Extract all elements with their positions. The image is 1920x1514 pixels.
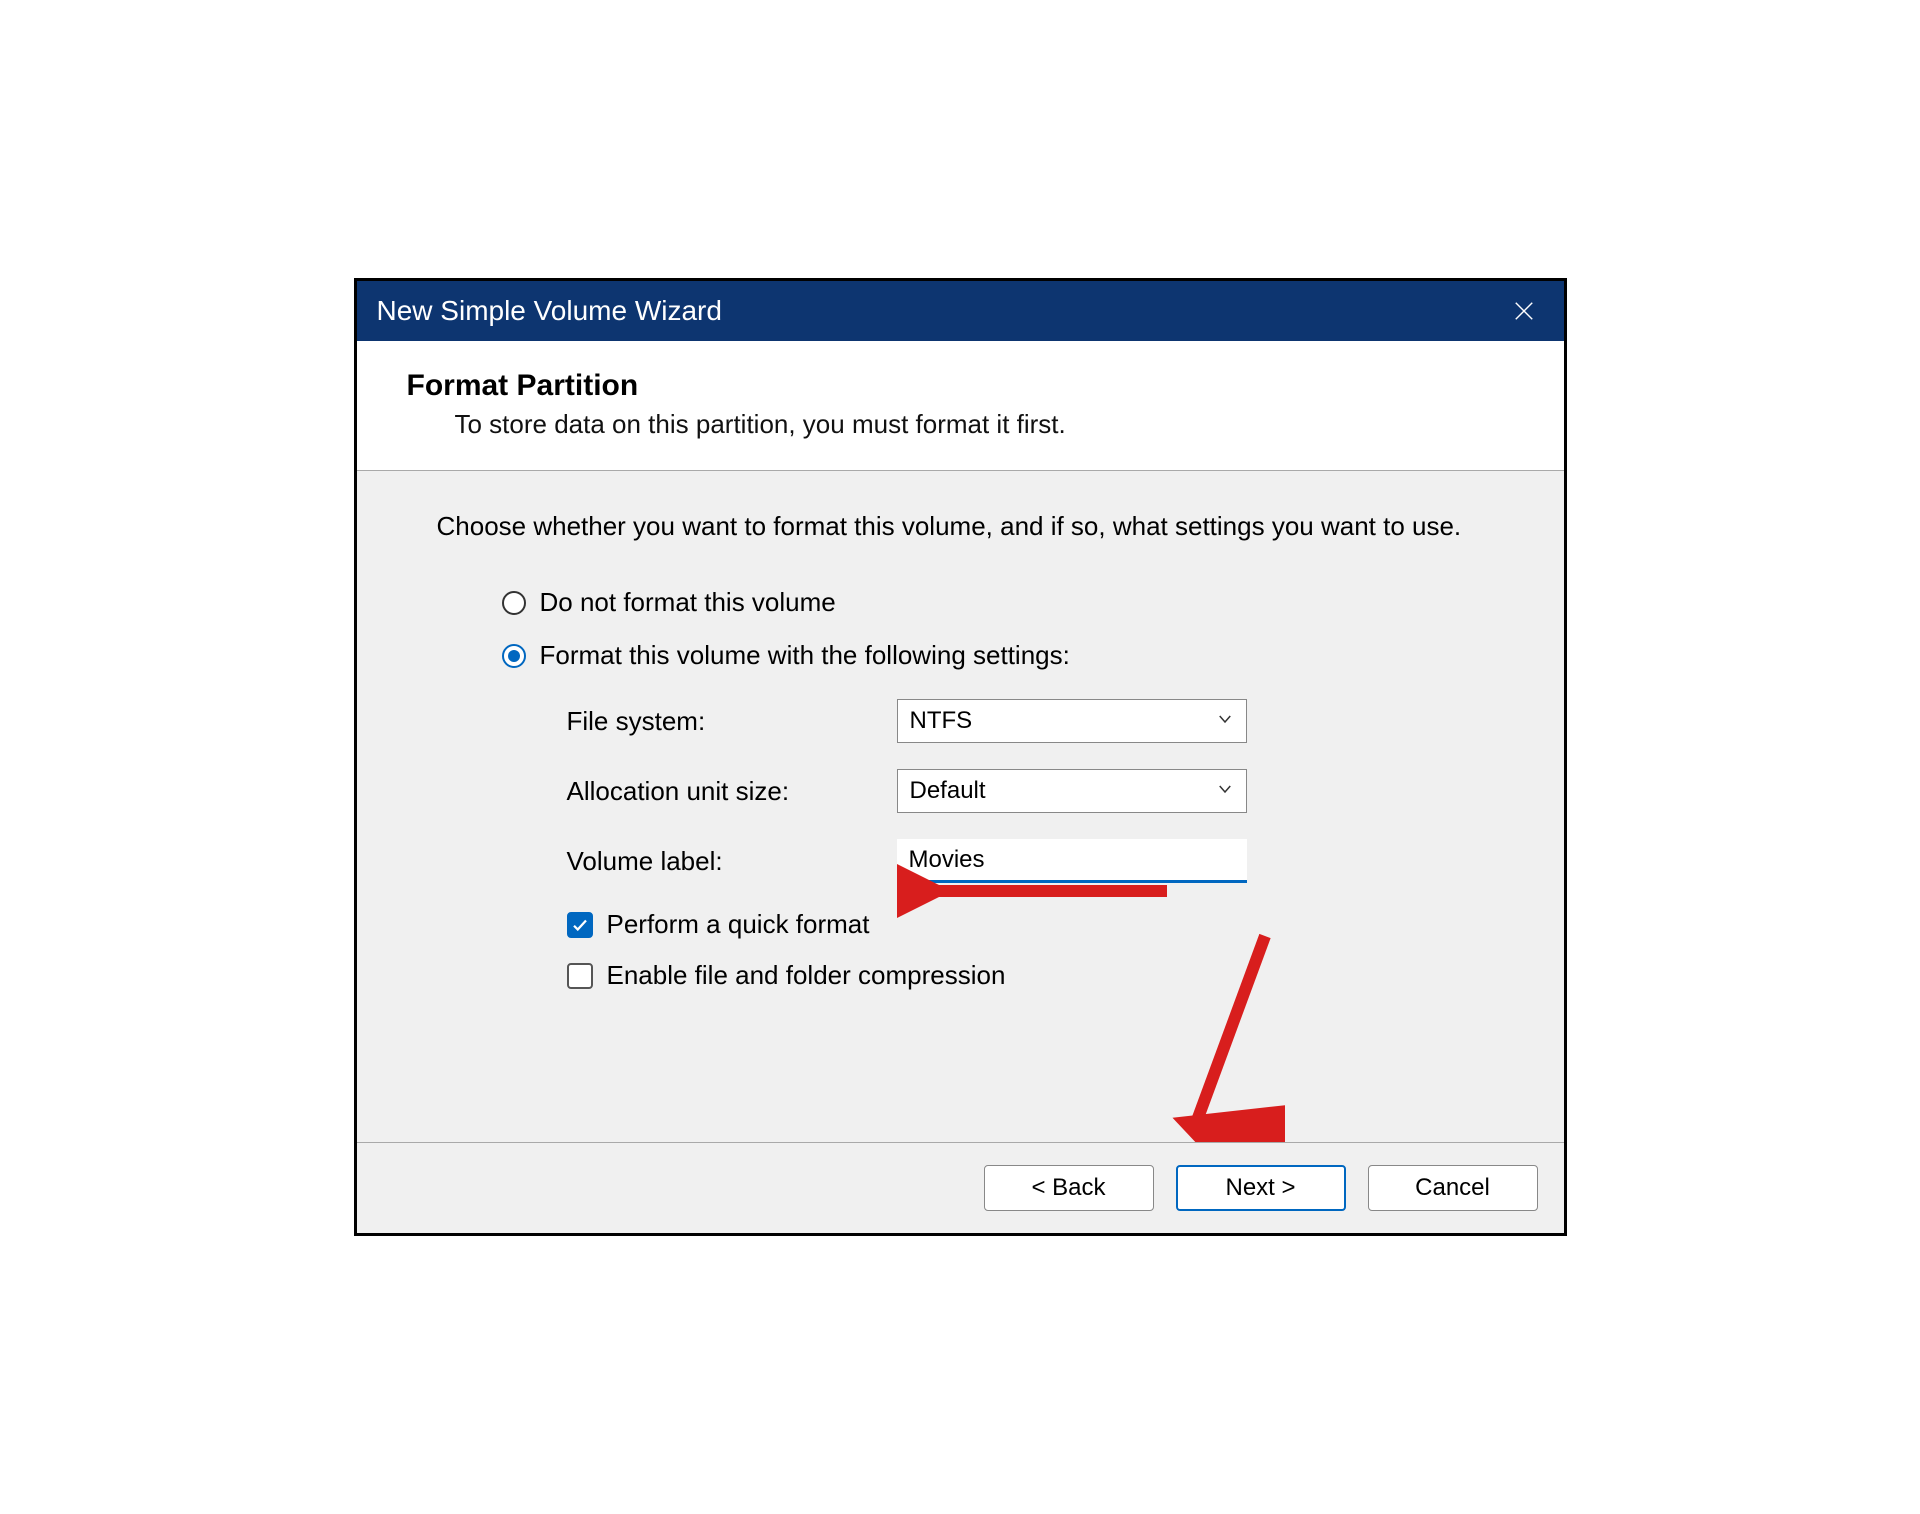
compression-label: Enable file and folder compression xyxy=(607,960,1006,991)
quick-format-checkbox[interactable]: Perform a quick format xyxy=(567,909,1484,940)
radio-do-not-format[interactable]: Do not format this volume xyxy=(502,587,1484,618)
quick-format-label: Perform a quick format xyxy=(607,909,870,940)
file-system-value: NTFS xyxy=(910,707,973,735)
window-title: New Simple Volume Wizard xyxy=(377,295,1504,327)
page-header: Format Partition To store data on this p… xyxy=(357,341,1564,471)
content-panel: Choose whether you want to format this v… xyxy=(357,471,1564,1142)
button-bar: < Back Next > Cancel xyxy=(357,1142,1564,1233)
file-system-row: File system: NTFS xyxy=(567,699,1484,743)
checkbox-unchecked-icon xyxy=(567,963,593,989)
radio-label-format-with: Format this volume with the following se… xyxy=(540,640,1070,671)
chevron-down-icon xyxy=(1216,707,1234,735)
radio-unchecked-icon xyxy=(502,591,526,615)
checkbox-checked-icon xyxy=(567,912,593,938)
instruction-text: Choose whether you want to format this v… xyxy=(437,511,1484,542)
chevron-down-icon xyxy=(1216,777,1234,805)
radio-label-no-format: Do not format this volume xyxy=(540,587,836,618)
close-icon[interactable] xyxy=(1504,291,1544,331)
allocation-size-select[interactable]: Default xyxy=(897,769,1247,813)
page-title: Format Partition xyxy=(407,369,1514,403)
allocation-size-value: Default xyxy=(910,777,986,805)
format-checkboxes: Perform a quick format Enable file and f… xyxy=(437,909,1484,991)
wizard-window: New Simple Volume Wizard Format Partitio… xyxy=(354,278,1567,1236)
radio-checked-icon xyxy=(502,644,526,668)
format-settings: File system: NTFS Allocation unit size: … xyxy=(437,699,1484,883)
file-system-label: File system: xyxy=(567,706,897,737)
volume-label-label: Volume label: xyxy=(567,846,897,877)
allocation-size-row: Allocation unit size: Default xyxy=(567,769,1484,813)
file-system-select[interactable]: NTFS xyxy=(897,699,1247,743)
back-button[interactable]: < Back xyxy=(984,1165,1154,1211)
radio-format-with-settings[interactable]: Format this volume with the following se… xyxy=(502,640,1484,671)
format-radio-group: Do not format this volume Format this vo… xyxy=(437,587,1484,671)
next-button[interactable]: Next > xyxy=(1176,1165,1346,1211)
cancel-button[interactable]: Cancel xyxy=(1368,1165,1538,1211)
page-subtitle: To store data on this partition, you mus… xyxy=(407,409,1514,440)
compression-checkbox[interactable]: Enable file and folder compression xyxy=(567,960,1484,991)
allocation-size-label: Allocation unit size: xyxy=(567,776,897,807)
volume-label-row: Volume label: xyxy=(567,839,1484,883)
titlebar: New Simple Volume Wizard xyxy=(357,281,1564,341)
volume-label-input[interactable] xyxy=(897,839,1247,883)
